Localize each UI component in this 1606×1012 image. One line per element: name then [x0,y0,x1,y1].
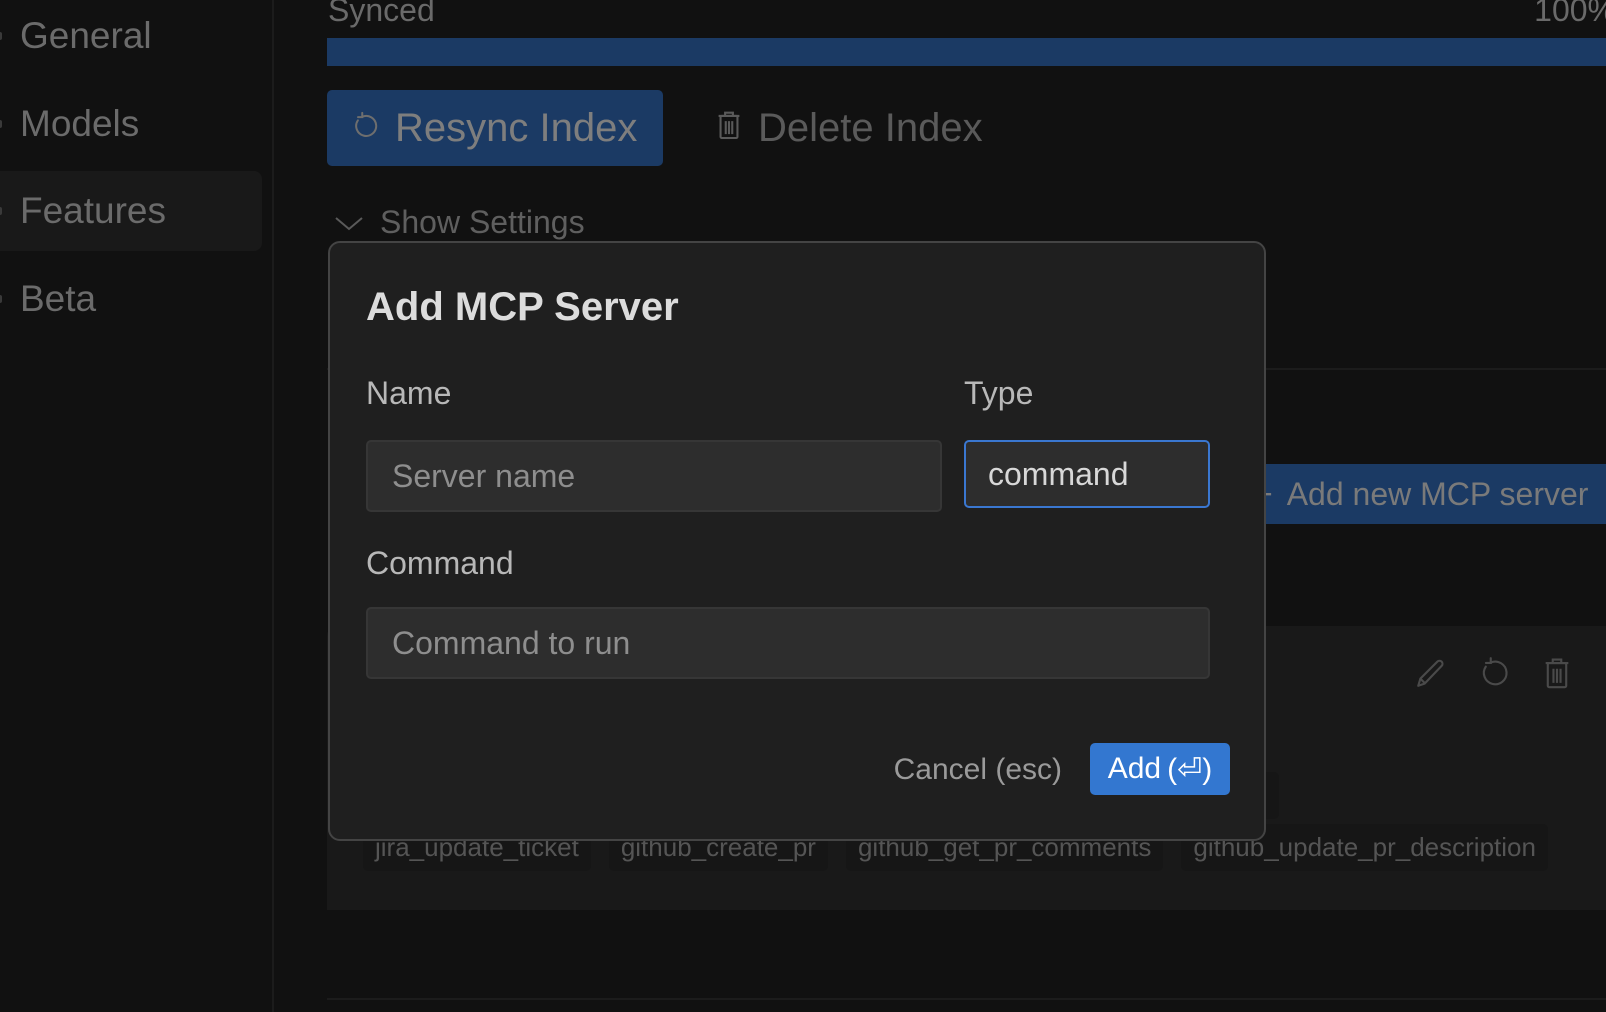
app-window: General Models Features Beta Synced 100%… [0,0,1606,1012]
sidebar-item-label: General [20,15,152,56]
section-divider [327,998,1606,1000]
server-name-input[interactable] [366,440,942,512]
add-new-mcp-server-label: Add new MCP server [1286,475,1589,512]
show-settings-label: Show Settings [380,204,585,240]
dialog-title: Add MCP Server [366,285,679,329]
chevron-down-icon [334,204,364,241]
index-progress-text: 100% [1534,0,1606,28]
delete-index-button[interactable]: Delete Index [716,98,983,158]
command-label: Command [366,545,514,581]
index-progress-bar [327,38,1606,66]
name-label: Name [366,375,452,411]
server-card-actions [1414,656,1576,692]
resync-index-button[interactable]: Resync Index [327,90,663,166]
delete-index-label: Delete Index [758,105,983,150]
type-select[interactable]: command [964,440,1210,508]
index-progress-fill [327,38,1606,66]
cancel-button[interactable]: Cancel (esc) [894,753,1062,787]
add-button[interactable]: Add (⏎) [1090,743,1230,795]
index-status-label: Synced [328,0,435,28]
resync-index-label: Resync Index [395,105,638,150]
beta-icon [0,295,2,303]
features-icon [0,207,2,215]
sidebar-item-label: Models [20,103,140,144]
refresh-icon[interactable] [1478,656,1512,692]
sidebar-item-beta[interactable]: Beta [0,259,262,339]
trash-icon [716,106,742,151]
sidebar-item-models[interactable]: Models [0,84,262,164]
show-settings-toggle[interactable]: Show Settings [334,204,585,241]
models-icon [0,120,2,128]
type-label: Type [964,375,1034,411]
refresh-icon [351,106,381,151]
general-icon [0,32,2,40]
add-new-mcp-server-button[interactable]: + Add new MCP server [1248,464,1606,524]
add-button-label: Add [1107,752,1162,785]
settings-sidebar: General Models Features Beta [0,0,274,1012]
sidebar-item-label: Features [20,190,167,231]
sidebar-item-features[interactable]: Features [0,171,262,251]
trash-icon[interactable] [1542,656,1576,692]
enter-key-icon: (⏎) [1167,752,1213,786]
sidebar-item-general[interactable]: General [0,0,262,76]
edit-icon[interactable] [1414,656,1448,692]
add-mcp-server-dialog: Add MCP Server Name Type command Command… [328,241,1266,841]
sidebar-item-label: Beta [20,278,97,319]
command-input[interactable] [366,607,1210,679]
